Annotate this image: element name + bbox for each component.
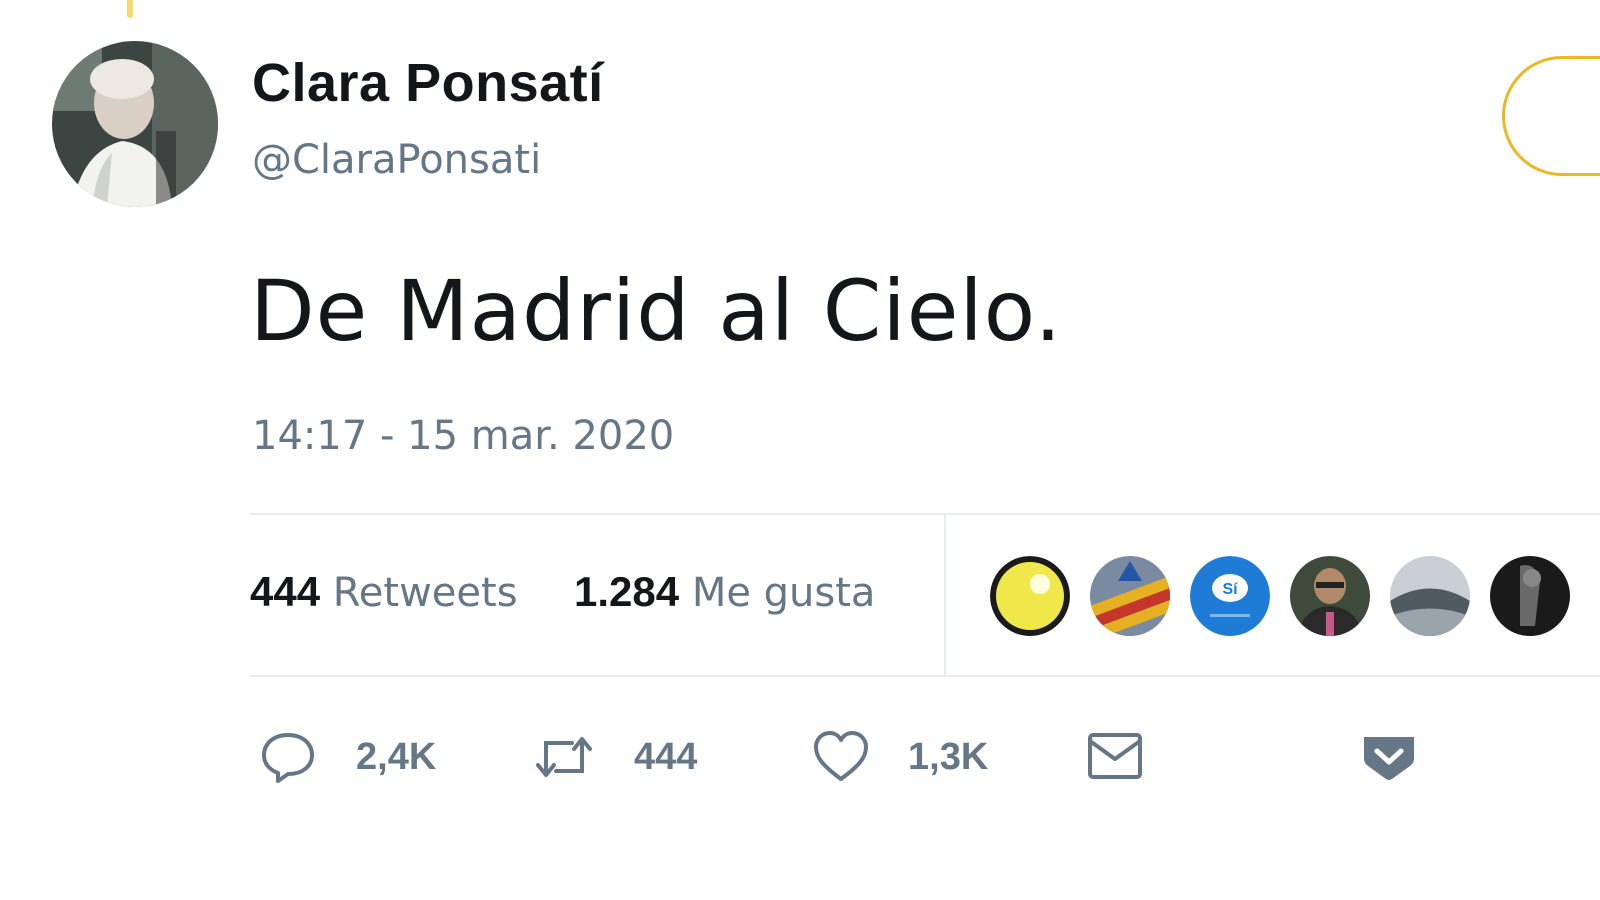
liker-avatar-image <box>1490 556 1570 636</box>
retweets-stat[interactable]: 444 Retweets <box>250 568 518 616</box>
retweet-button[interactable]: 444 <box>532 725 697 789</box>
like-count: 1,3K <box>908 735 989 778</box>
reply-count: 2,4K <box>356 735 437 778</box>
likes-stat[interactable]: 1.284 Me gusta <box>574 568 875 616</box>
liker-avatar-image <box>990 556 1070 636</box>
avatar-image <box>52 41 218 207</box>
liker-avatar[interactable] <box>1488 554 1572 638</box>
top-accent-mark <box>127 0 133 18</box>
chevron-down-icon <box>1360 729 1418 785</box>
liker-avatar[interactable] <box>988 554 1072 638</box>
tweet-timestamp[interactable]: 14:17 - 15 mar. 2020 <box>252 413 674 459</box>
liker-avatar[interactable] <box>1388 554 1472 638</box>
liker-avatar-image: Sí <box>1190 556 1270 636</box>
author-handle[interactable]: @ClaraPonsati <box>252 137 541 183</box>
author-display-name[interactable]: Clara Ponsatí <box>252 52 604 114</box>
svg-text:Sí: Sí <box>1222 581 1238 598</box>
retweet-icon <box>532 729 596 785</box>
stats-divider-vertical <box>944 515 946 675</box>
likes-stat-label: Me gusta <box>691 570 876 616</box>
author-avatar[interactable] <box>52 41 218 207</box>
heart-icon <box>812 729 870 785</box>
liker-avatar-image <box>1090 556 1170 636</box>
liker-avatar-image <box>1290 556 1370 636</box>
retweet-count: 444 <box>634 735 698 778</box>
follow-button[interactable] <box>1502 56 1600 176</box>
reply-icon <box>258 729 318 785</box>
retweets-stat-label: Retweets <box>332 570 518 616</box>
liker-avatar[interactable]: Sí <box>1188 554 1272 638</box>
stats-divider-bottom <box>250 675 1600 677</box>
direct-message-button[interactable] <box>1086 725 1144 789</box>
stats-divider-top <box>250 513 1600 515</box>
liker-avatar[interactable] <box>1088 554 1172 638</box>
liker-avatar[interactable] <box>1288 554 1372 638</box>
retweets-stat-count: 444 <box>250 568 321 615</box>
like-button[interactable]: 1,3K <box>812 725 988 789</box>
reply-button[interactable]: 2,4K <box>258 725 436 789</box>
envelope-icon <box>1086 729 1144 785</box>
likes-stat-count: 1.284 <box>574 568 680 615</box>
more-options-button[interactable] <box>1360 725 1418 789</box>
liker-avatar-image <box>1390 556 1470 636</box>
tweet-text: De Madrid al Cielo. <box>250 262 1063 360</box>
